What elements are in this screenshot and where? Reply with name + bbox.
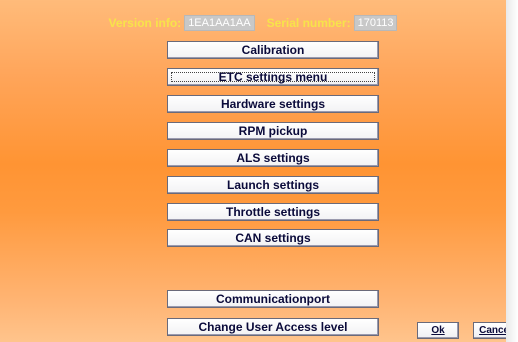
throttle-settings-button[interactable]: Throttle settings xyxy=(167,203,379,221)
serial-label: Serial number: xyxy=(266,16,351,30)
serial-value: 170113 xyxy=(353,15,398,31)
als-settings-button[interactable]: ALS settings xyxy=(167,149,379,167)
version-label: Version info: xyxy=(108,16,182,30)
rpm-pickup-button[interactable]: RPM pickup xyxy=(167,122,379,140)
launch-settings-button[interactable]: Launch settings xyxy=(167,176,379,194)
etc-settings-button[interactable]: ETC settings menu xyxy=(167,68,379,86)
version-value: 1EA1AA1AA xyxy=(184,15,255,31)
calibration-button[interactable]: Calibration xyxy=(167,41,379,59)
info-row: Version info: 1EA1AA1AA Serial number: 1… xyxy=(0,14,506,32)
settings-panel: Version info: 1EA1AA1AA Serial number: 1… xyxy=(0,0,518,342)
communication-port-button[interactable]: Communicationport xyxy=(167,290,379,308)
ok-button[interactable]: Ok xyxy=(417,322,459,339)
can-settings-button[interactable]: CAN settings xyxy=(167,229,379,247)
window-edge xyxy=(506,0,518,342)
change-user-access-button[interactable]: Change User Access level xyxy=(167,318,379,336)
hardware-settings-button[interactable]: Hardware settings xyxy=(167,95,379,113)
